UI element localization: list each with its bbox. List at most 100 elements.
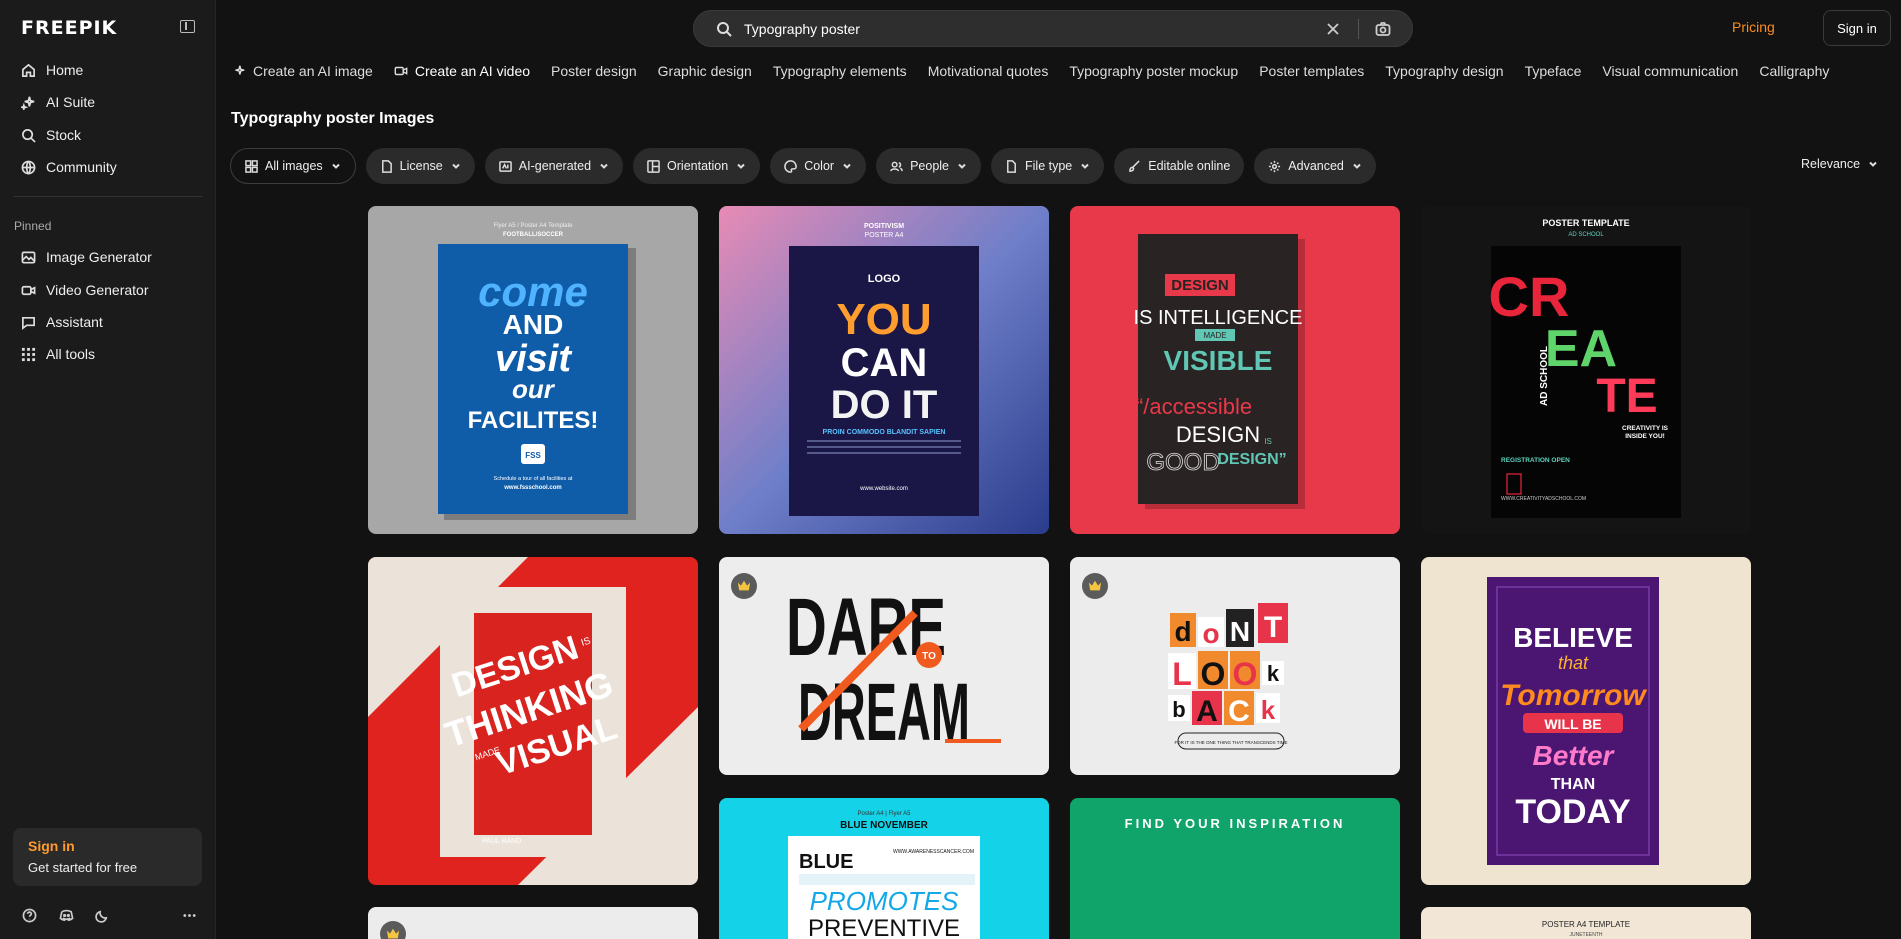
sidebar-item-all-tools[interactable]: All tools bbox=[14, 340, 202, 368]
svg-text:o: o bbox=[1202, 618, 1219, 649]
camera-search-icon[interactable] bbox=[1375, 21, 1391, 42]
svg-text:PROMOTES: PROMOTES bbox=[810, 886, 959, 916]
sidebar-item-community[interactable]: Community bbox=[14, 153, 202, 181]
help-icon[interactable] bbox=[20, 906, 38, 924]
svg-text:“/accessible: “/accessible bbox=[1136, 394, 1252, 419]
sidebar-item-assistant[interactable]: Assistant bbox=[14, 308, 202, 336]
svg-text:TODAY: TODAY bbox=[1515, 793, 1631, 831]
sidebar-item-label: All tools bbox=[46, 346, 96, 362]
image-card-design-thinking[interactable]: DESIGN IS THINKING MADE VISUAL PAUL RAND bbox=[368, 557, 698, 885]
svg-text:FOOTBALL/SOCCER: FOOTBALL/SOCCER bbox=[503, 232, 564, 238]
tag-calligraphy[interactable]: Calligraphy bbox=[1759, 61, 1829, 81]
image-card-juneteenth[interactable]: POSTER A4 TEMPLATE JUNETEENTH bbox=[1421, 907, 1751, 939]
filter-file-type[interactable]: File type bbox=[991, 148, 1105, 184]
tag-typography-poster-mockup[interactable]: Typography poster mockup bbox=[1069, 61, 1238, 81]
search-bar bbox=[693, 10, 1413, 47]
svg-text:MADE: MADE bbox=[1203, 331, 1226, 340]
filter-bar: All images License AI-generated Orientat… bbox=[230, 148, 1386, 184]
filter-people[interactable]: People bbox=[876, 148, 982, 184]
sidebar-item-home[interactable]: Home bbox=[14, 56, 202, 84]
home-icon bbox=[20, 62, 36, 78]
sidebar-item-video-generator[interactable]: Video Generator bbox=[14, 276, 202, 304]
image-card-find-your-inspiration[interactable]: FIND YOUR INSPIRATION bbox=[1070, 798, 1400, 939]
filter-ai-generated[interactable]: AI-generated bbox=[484, 148, 624, 184]
sidebar-item-ai-suite[interactable]: AI Suite bbox=[14, 88, 202, 116]
sort-select[interactable]: Relevance bbox=[1801, 157, 1878, 171]
palette-icon bbox=[784, 159, 798, 173]
freepik-logo[interactable]: FREEPIK bbox=[21, 17, 117, 39]
image-card-believe[interactable]: BELIEVE that Tomorrow WILL BE Better THA… bbox=[1421, 557, 1751, 885]
sidebar-item-label: Image Generator bbox=[46, 249, 152, 265]
svg-text:GOOD: GOOD bbox=[1146, 449, 1219, 476]
people-icon bbox=[890, 160, 903, 173]
tag-poster-design[interactable]: Poster design bbox=[551, 61, 637, 81]
svg-text:REGISTRATION OPEN: REGISTRATION OPEN bbox=[1501, 457, 1570, 464]
svg-text:POSTER A4: POSTER A4 bbox=[865, 232, 904, 239]
search-input[interactable] bbox=[744, 18, 1304, 40]
image-card-design-is-intelligence[interactable]: DESIGN IS INTELLIGENCE MADE VISIBLE “/ac… bbox=[1070, 206, 1400, 534]
svg-text:Flyer A5 / Poster A4 Template: Flyer A5 / Poster A4 Template bbox=[494, 223, 574, 229]
svg-text:TE: TE bbox=[1596, 370, 1657, 423]
svg-text:C: C bbox=[1228, 695, 1250, 728]
tag-typography-design[interactable]: Typography design bbox=[1385, 61, 1503, 81]
sidebar-item-label: AI Suite bbox=[46, 94, 96, 110]
sidebar-collapse-icon[interactable] bbox=[180, 20, 195, 33]
image-card-partial[interactable] bbox=[368, 907, 698, 939]
discord-icon[interactable] bbox=[57, 906, 75, 924]
grid-icon bbox=[245, 159, 258, 173]
clear-icon[interactable] bbox=[1325, 21, 1341, 42]
image-card-dare-to-dream[interactable]: DARE DREAM TO bbox=[719, 557, 1049, 775]
filter-license[interactable]: License bbox=[365, 148, 475, 184]
svg-text:JUNETEENTH: JUNETEENTH bbox=[1569, 932, 1602, 938]
svg-text:d: d bbox=[1174, 616, 1191, 647]
gear-icon bbox=[1268, 160, 1281, 173]
chevron-down-icon bbox=[331, 161, 341, 171]
image-card-blue-november[interactable]: Poster A4 | Flyer A5 BLUE NOVEMBER BLUE … bbox=[719, 798, 1049, 939]
chevron-down-icon bbox=[1080, 161, 1090, 171]
signin-button[interactable]: Sign in bbox=[1823, 10, 1891, 46]
tag-graphic-design[interactable]: Graphic design bbox=[658, 61, 752, 81]
moon-icon[interactable] bbox=[93, 906, 111, 924]
search-icon bbox=[716, 21, 732, 42]
tag-create-ai-image[interactable]: Create an AI image bbox=[232, 61, 373, 81]
svg-text:AND: AND bbox=[503, 309, 564, 340]
svg-text:CR: CR bbox=[1489, 265, 1570, 328]
tag-visual-communication[interactable]: Visual communication bbox=[1602, 61, 1738, 81]
svg-text:come: come bbox=[478, 268, 588, 315]
sidebar-item-image-generator[interactable]: Image Generator bbox=[14, 243, 202, 271]
filter-editable-online[interactable]: Editable online bbox=[1114, 148, 1245, 184]
sidebar-item-stock[interactable]: Stock bbox=[14, 121, 202, 149]
filter-advanced[interactable]: Advanced bbox=[1254, 148, 1376, 184]
tag-typeface[interactable]: Typeface bbox=[1525, 61, 1582, 81]
premium-crown-icon bbox=[731, 573, 757, 599]
svg-text:WWW.AWARENESSCANCER.COM: WWW.AWARENESSCANCER.COM bbox=[893, 849, 974, 855]
filter-color[interactable]: Color bbox=[770, 148, 867, 184]
brush-icon bbox=[1128, 159, 1141, 173]
poster-come-visit: Flyer A5 / Poster A4 Template FOOTBALL/S… bbox=[368, 206, 698, 534]
sidebar: FREEPIK Home AI Suite Stock Community Pi… bbox=[0, 0, 216, 939]
poster-partial bbox=[368, 907, 698, 939]
pricing-link[interactable]: Pricing bbox=[1732, 19, 1775, 35]
sparkle-icon bbox=[20, 94, 36, 110]
svg-text:CAN: CAN bbox=[841, 341, 928, 385]
signin-card[interactable]: Sign in Get started for free bbox=[13, 828, 202, 886]
image-card-come-visit[interactable]: Flyer A5 / Poster A4 Template FOOTBALL/S… bbox=[368, 206, 698, 534]
related-tags: Create an AI image Create an AI video Po… bbox=[232, 61, 1850, 81]
tag-poster-templates[interactable]: Poster templates bbox=[1259, 61, 1364, 81]
svg-text:www.fssschool.com: www.fssschool.com bbox=[503, 485, 561, 491]
tag-motivational-quotes[interactable]: Motivational quotes bbox=[928, 61, 1049, 81]
filter-all-images[interactable]: All images bbox=[230, 148, 356, 184]
svg-text:POSTER A4 TEMPLATE: POSTER A4 TEMPLATE bbox=[1542, 920, 1630, 929]
svg-text:IS INTELLIGENCE: IS INTELLIGENCE bbox=[1134, 307, 1303, 329]
svg-text:b: b bbox=[1172, 697, 1185, 722]
signin-card-title[interactable]: Sign in bbox=[28, 838, 187, 854]
more-icon[interactable] bbox=[180, 906, 198, 924]
tag-typography-elements[interactable]: Typography elements bbox=[773, 61, 907, 81]
image-card-create[interactable]: POSTER TEMPLATE AD SCHOOL CR EA TE AD SC… bbox=[1421, 206, 1751, 534]
poster-find-inspiration: FIND YOUR INSPIRATION bbox=[1070, 798, 1400, 939]
filter-orientation[interactable]: Orientation bbox=[633, 148, 761, 184]
tag-create-ai-video[interactable]: Create an AI video bbox=[394, 61, 530, 81]
svg-text:IS: IS bbox=[1264, 437, 1272, 446]
image-card-dont-look-back[interactable]: d o N T L O O k b A C k FOR IT IS THE ON… bbox=[1070, 557, 1400, 775]
image-card-you-can-do-it[interactable]: POSITIVISM POSTER A4 LOGO YOU CAN DO IT … bbox=[719, 206, 1049, 534]
